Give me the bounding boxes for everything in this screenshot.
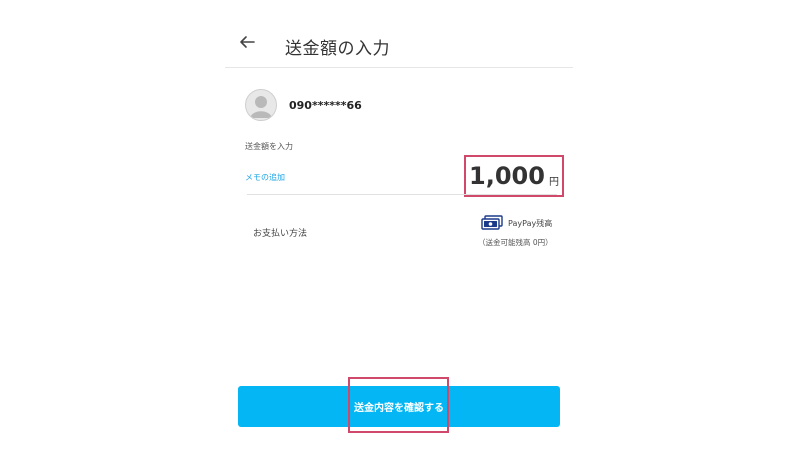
- header: 送金額の入力: [225, 0, 573, 68]
- arrow-left-icon: [240, 36, 255, 48]
- amount-label: 送金額を入力: [245, 142, 293, 151]
- paypay-balance-icon: [481, 215, 503, 230]
- payment-method-selector[interactable]: PayPay残高: [481, 215, 552, 231]
- send-amount-screen: 送金額の入力 090******66 送金額を入力 メモの追加 1,000 円 …: [225, 0, 573, 438]
- add-memo-link[interactable]: メモの追加: [245, 172, 285, 183]
- available-balance: （送金可能残高 0円）: [478, 238, 553, 247]
- amount-value: 1,000: [469, 162, 545, 190]
- user-avatar-icon: [245, 89, 277, 121]
- recipient-row: 090******66: [245, 89, 362, 121]
- payment-method-name: PayPay残高: [508, 218, 553, 228]
- amount-unit: 円: [548, 176, 559, 188]
- payment-method-label: お支払い方法: [253, 229, 308, 239]
- page-title: 送金額の入力: [285, 39, 390, 59]
- divider: [247, 194, 557, 195]
- amount-input[interactable]: 1,000 円: [464, 155, 564, 197]
- confirm-button[interactable]: 送金内容を確認する: [238, 386, 560, 427]
- back-button[interactable]: [235, 30, 259, 54]
- recipient-phone: 090******66: [289, 98, 362, 112]
